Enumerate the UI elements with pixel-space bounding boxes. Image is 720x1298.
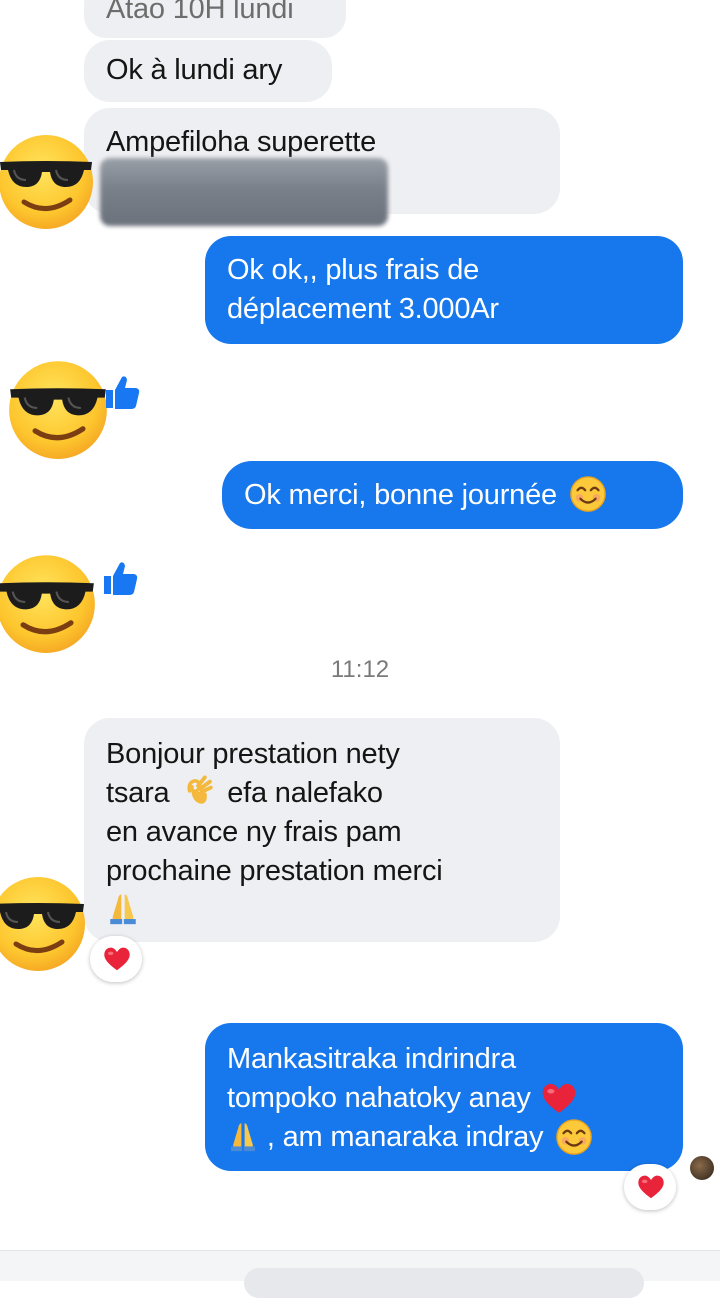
sunglasses-emoji-avatar[interactable] bbox=[0, 550, 98, 654]
message-text-line-2: déplacement 3.000Ar bbox=[227, 293, 499, 325]
thumbs-up-icon[interactable] bbox=[100, 558, 140, 598]
red-heart-emoji bbox=[541, 1082, 577, 1115]
red-heart-emoji bbox=[103, 946, 131, 972]
message-input[interactable] bbox=[244, 1268, 644, 1298]
folded-hands-emoji bbox=[106, 891, 140, 925]
message-text-line-5 bbox=[106, 891, 538, 930]
seen-avatar bbox=[690, 1156, 714, 1180]
message-text: Ampefiloha superette bbox=[106, 126, 377, 158]
sunglasses-emoji-avatar[interactable] bbox=[0, 130, 96, 230]
message-text-line-1: Mankasitraka indrindra bbox=[227, 1043, 516, 1075]
smiling-face-emoji bbox=[569, 475, 607, 513]
message-text-line-1: Ok ok,, plus frais de bbox=[227, 254, 480, 286]
message-text-line-2: tompoko nahatoky anay bbox=[227, 1079, 661, 1118]
message-bubble-ok-lundi[interactable]: Ok à lundi ary bbox=[84, 40, 332, 102]
heart-reaction[interactable] bbox=[90, 936, 142, 982]
message-text-line-1: Bonjour prestation nety bbox=[106, 738, 400, 770]
message-text-line-2: tsara efa nalefako bbox=[106, 774, 538, 813]
sunglasses-emoji-avatar[interactable] bbox=[6, 356, 110, 460]
smiling-face-emoji bbox=[555, 1118, 593, 1156]
message-bubble-bonjour[interactable]: Bonjour prestation nety tsara efa nalefa… bbox=[84, 718, 560, 942]
message-text-line-3: , am manaraka indray bbox=[227, 1118, 661, 1157]
red-heart-emoji bbox=[637, 1174, 665, 1200]
ok-hand-emoji bbox=[181, 774, 215, 808]
message-bubble-top-partial[interactable]: Atao 10H lundi bbox=[84, 0, 346, 38]
heart-reaction[interactable] bbox=[624, 1164, 676, 1210]
redacted-content bbox=[100, 158, 388, 226]
message-bubble-ok-merci[interactable]: Ok merci, bonne journée bbox=[222, 461, 683, 529]
message-text: Ok merci, bonne journée bbox=[244, 475, 661, 515]
sunglasses-emoji-avatar[interactable] bbox=[0, 872, 88, 972]
message-text: Atao 10H lundi bbox=[106, 0, 294, 25]
message-text: Ok à lundi ary bbox=[106, 54, 283, 86]
timestamp: 11:12 bbox=[330, 656, 390, 683]
message-bubble-plus-frais[interactable]: Ok ok,, plus frais de déplacement 3.000A… bbox=[205, 236, 683, 344]
thumbs-up-icon[interactable] bbox=[102, 372, 142, 412]
folded-hands-emoji bbox=[227, 1120, 259, 1152]
message-text-line-3: en avance ny frais pam bbox=[106, 816, 402, 848]
message-text-line-4: prochaine prestation merci bbox=[106, 855, 443, 887]
message-bubble-mankasitraka[interactable]: Mankasitraka indrindra tompoko nahatoky … bbox=[205, 1023, 683, 1171]
